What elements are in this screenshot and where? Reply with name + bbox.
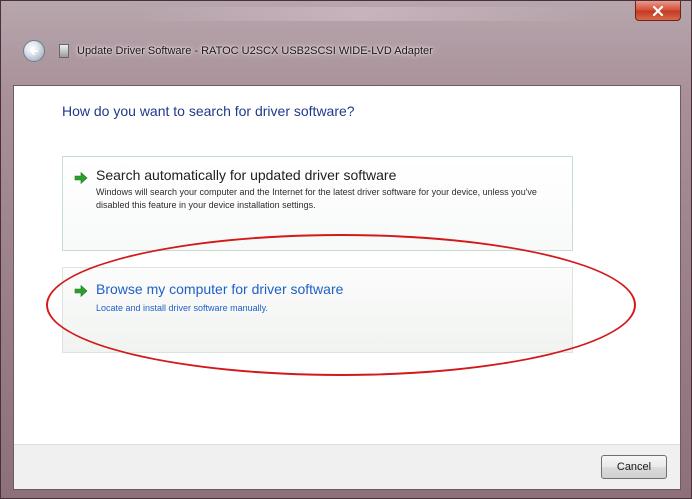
dialog-content: How do you want to search for driver sof… [13,85,681,490]
option-description: Locate and install driver software manua… [96,303,268,313]
close-icon [652,5,664,16]
close-button[interactable] [635,1,681,21]
search-automatically-option[interactable]: Search automatically for updated driver … [62,156,573,251]
option-title: Browse my computer for driver software [96,281,344,297]
window-title: Update Driver Software - RATOC U2SCX USB… [77,45,433,57]
back-button[interactable] [23,40,45,62]
cancel-button[interactable]: Cancel [601,455,667,479]
page-heading: How do you want to search for driver sof… [62,103,355,119]
title-bar: Update Driver Software - RATOC U2SCX USB… [1,1,691,85]
title-row: Update Driver Software - RATOC U2SCX USB… [23,40,433,62]
background-window-title [126,7,596,21]
option-title: Search automatically for updated driver … [96,167,397,183]
browse-computer-option[interactable]: Browse my computer for driver software L… [62,267,573,353]
device-icon [59,44,69,58]
back-arrow-icon [30,47,38,55]
green-arrow-icon [74,284,88,298]
green-arrow-icon [74,171,88,185]
dialog-footer: Cancel [14,444,680,489]
option-description: Windows will search your computer and th… [96,187,537,210]
dialog-window: Update Driver Software - RATOC U2SCX USB… [0,0,692,499]
